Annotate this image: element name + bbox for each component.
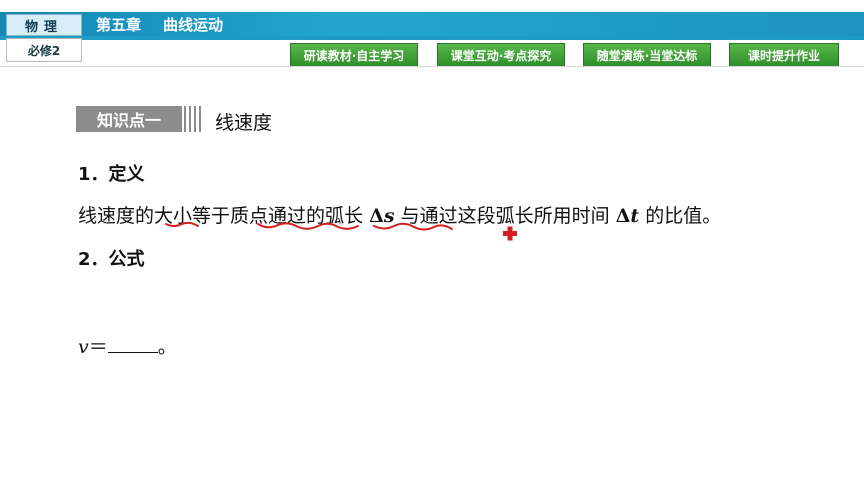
annotation-layer [165, 221, 517, 241]
underline-arc-length [373, 222, 453, 231]
underline-magnitude [165, 221, 199, 227]
underline-particle-path [257, 222, 359, 230]
cursor-cross-icon [503, 226, 517, 241]
